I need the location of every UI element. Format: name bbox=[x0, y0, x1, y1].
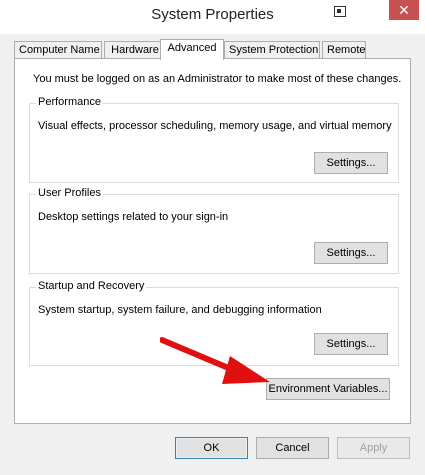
tab-hardware[interactable]: Hardware bbox=[104, 41, 166, 59]
red-arrow-icon bbox=[160, 337, 270, 384]
window-icon[interactable] bbox=[334, 6, 346, 17]
tab-system-protection[interactable]: System Protection bbox=[224, 41, 320, 59]
cancel-button[interactable]: Cancel bbox=[256, 437, 329, 459]
user-profiles-title: User Profiles bbox=[36, 187, 103, 199]
title-bar: System Properties ✕ bbox=[0, 0, 425, 34]
admin-notice: You must be logged on as an Administrato… bbox=[33, 73, 402, 85]
apply-button[interactable]: Apply bbox=[337, 437, 410, 459]
startup-recovery-title: Startup and Recovery bbox=[36, 280, 147, 292]
environment-variables-button[interactable]: Environment Variables... bbox=[266, 378, 390, 400]
user-profiles-description: Desktop settings related to your sign-in bbox=[38, 211, 229, 223]
user-profiles-settings-button[interactable]: Settings... bbox=[314, 242, 388, 264]
startup-recovery-description: System startup, system failure, and debu… bbox=[38, 304, 322, 316]
performance-group: Performance Visual effects, processor sc… bbox=[29, 96, 399, 183]
user-profiles-group: User Profiles Desktop settings related t… bbox=[29, 187, 399, 274]
startup-recovery-settings-button[interactable]: Settings... bbox=[314, 333, 388, 355]
performance-description: Visual effects, processor scheduling, me… bbox=[38, 120, 392, 132]
performance-settings-button[interactable]: Settings... bbox=[314, 152, 388, 174]
dialog-body: Computer Name Hardware Advanced System P… bbox=[0, 34, 425, 475]
tab-computer-name[interactable]: Computer Name bbox=[14, 41, 102, 59]
ok-button[interactable]: OK bbox=[175, 437, 248, 459]
tab-advanced[interactable]: Advanced bbox=[160, 39, 224, 60]
window-title: System Properties bbox=[151, 6, 274, 23]
close-icon[interactable]: ✕ bbox=[389, 0, 419, 20]
tab-remote[interactable]: Remote bbox=[322, 41, 366, 59]
performance-title: Performance bbox=[36, 96, 103, 108]
